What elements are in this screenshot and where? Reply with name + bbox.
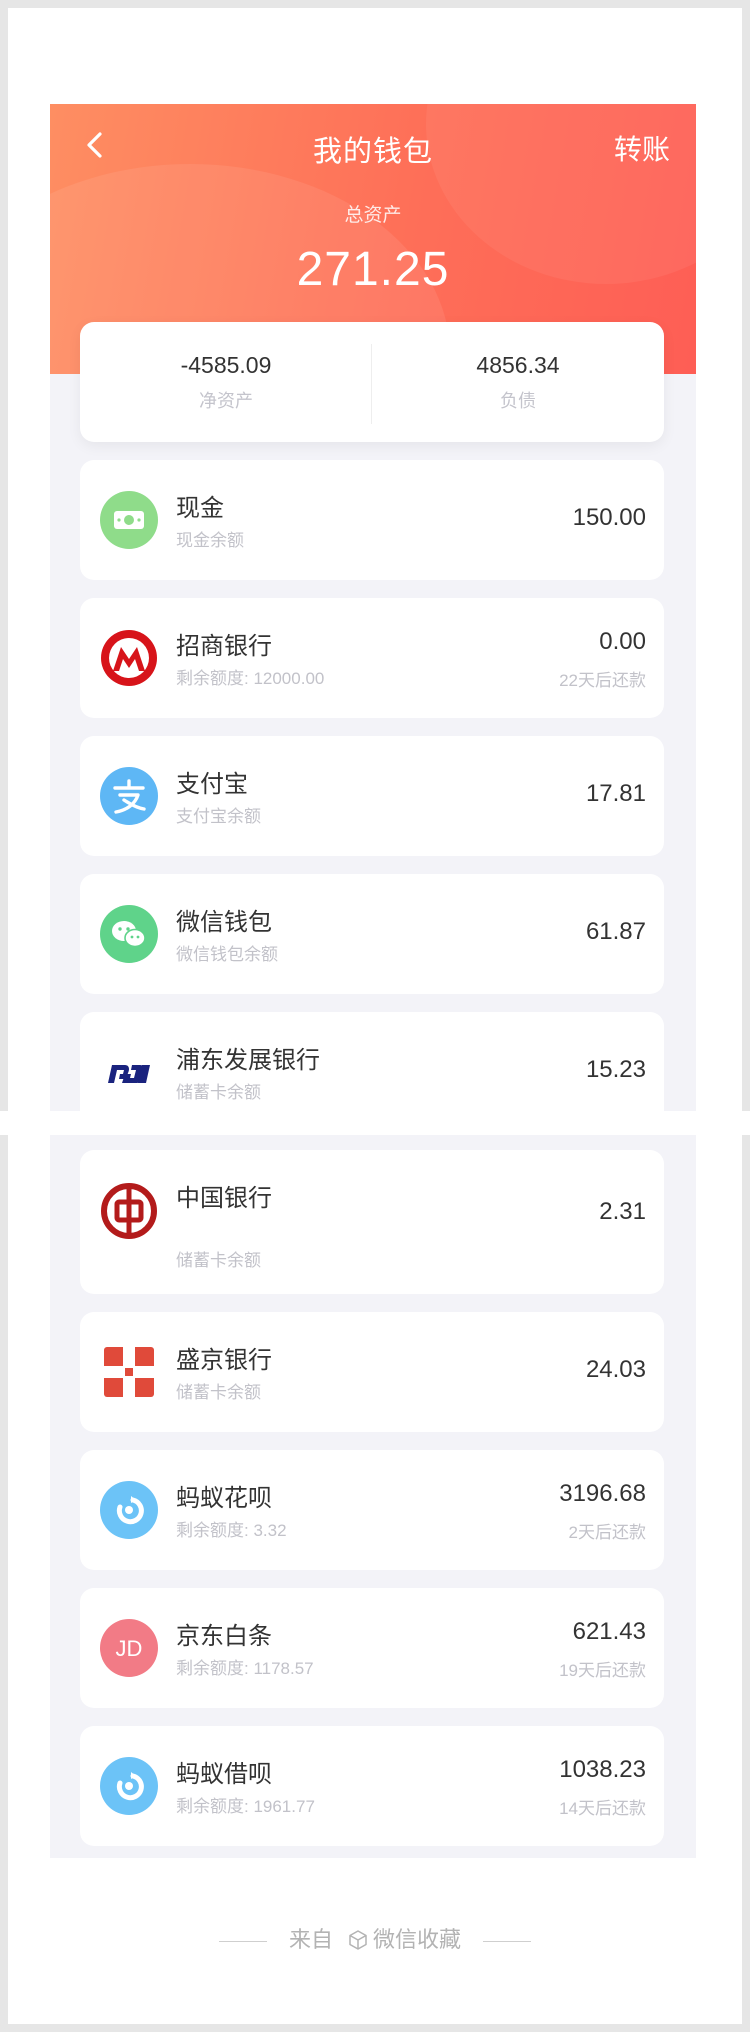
account-name: 京东白条 [176,1623,272,1650]
boc-bank-icon [101,1183,157,1239]
account-due: 14天后还款 [559,1799,646,1818]
wallet-screen: 我的钱包 转账 总资产 271.25 -4585.09 净资产 4856.34 … [50,104,696,1858]
account-name: 招商银行 [176,633,272,660]
account-card-cmb[interactable]: 招商银行 剩余额度: 12000.00 0.00 22天后还款 [80,598,664,718]
account-name: 盛京银行 [176,1347,272,1374]
footer-rule [218,1940,267,1942]
debt-value: 4856.34 [476,352,560,378]
cmb-bank-icon [101,630,157,686]
account-subtitle: 剩余额度: 12000.00 [176,669,325,688]
account-card-cash[interactable]: 现金 现金余额 150.00 [80,460,664,580]
wechat-icon [100,905,158,963]
account-card-wechat[interactable]: 微信钱包 微信钱包余额 61.87 [80,874,664,994]
account-due: 19天后还款 [559,1661,646,1680]
account-name: 浦东发展银行 [176,1047,320,1074]
account-amount: 150.00 [572,504,646,531]
jd-icon-text: JD [116,1636,143,1661]
jiebei-icon [100,1757,158,1815]
account-amount: 15.23 [585,1056,646,1083]
account-name: 支付宝 [176,771,248,798]
net-assets[interactable]: -4585.09 净资产 [80,322,372,442]
account-card-jiebei[interactable]: 蚂蚁借呗 剩余额度: 1961.77 1038.23 14天后还款 [80,1726,664,1846]
account-name: 现金 [176,495,224,522]
account-amount: 0.00 [599,628,646,655]
account-subtitle: 储蓄卡余额 [176,1083,261,1102]
account-card-jd-baitiao[interactable]: JD 京东白条 剩余额度: 1178.57 621.43 19天后还款 [80,1588,664,1708]
account-subtitle: 支付宝余额 [176,807,261,826]
account-amount: 17.81 [585,780,646,807]
debt[interactable]: 4856.34 负债 [372,322,664,442]
account-name: 中国银行 [176,1185,272,1212]
total-assets-label: 总资产 [344,205,402,226]
footer-rule [483,1940,532,1942]
footer: 来自 微信收藏 [0,1922,750,1956]
account-card-shengjing[interactable]: 盛京银行 储蓄卡余额 24.03 [80,1312,664,1432]
account-subtitle: 储蓄卡余额 [176,1383,261,1402]
account-amount: 3196.68 [559,1480,646,1507]
account-amount: 61.87 [585,918,646,945]
cube-icon [349,1930,367,1950]
summary-card: -4585.09 净资产 4856.34 负债 [80,322,664,442]
account-name: 蚂蚁花呗 [176,1485,272,1512]
shengjing-bank-icon [104,1347,154,1397]
page-title: 我的钱包 [312,136,433,168]
account-amount: 621.43 [572,1618,646,1645]
account-due: 22天后还款 [559,671,646,690]
account-due: 2天后还款 [568,1523,646,1542]
debt-label: 负债 [500,391,536,411]
screenshot-seam [0,1111,750,1135]
jd-baitiao-icon: JD [100,1619,158,1677]
cash-icon [100,491,158,549]
account-card-huabei[interactable]: 蚂蚁花呗 剩余额度: 3.32 3196.68 2天后还款 [80,1450,664,1570]
account-card-boc[interactable]: 中国银行 储蓄卡余额 2.31 [80,1150,664,1294]
account-subtitle: 剩余额度: 1961.77 [176,1797,315,1816]
account-card-alipay[interactable]: 支付宝 支付宝余额 17.81 [80,736,664,856]
account-name: 微信钱包 [176,909,272,936]
total-assets-value: 271.25 [296,243,450,296]
account-amount: 2.31 [599,1198,646,1225]
account-amount: 1038.23 [559,1756,646,1783]
account-subtitle: 剩余额度: 3.32 [176,1521,287,1540]
net-assets-label: 净资产 [199,391,253,411]
net-assets-value: -4585.09 [180,352,272,378]
alipay-icon [100,767,158,825]
account-subtitle: 剩余额度: 1178.57 [176,1659,314,1678]
account-subtitle: 现金余额 [176,531,244,550]
account-amount: 24.03 [585,1356,646,1383]
transfer-button[interactable]: 转账 [614,128,670,168]
footer-from: 来自 [288,1927,333,1952]
account-subtitle: 储蓄卡余额 [176,1251,261,1270]
account-name: 蚂蚁借呗 [176,1761,272,1788]
spdb-bank-icon [108,1065,150,1083]
account-subtitle: 微信钱包余额 [176,945,278,964]
huabei-icon [100,1481,158,1539]
footer-source: 微信收藏 [373,1927,462,1952]
